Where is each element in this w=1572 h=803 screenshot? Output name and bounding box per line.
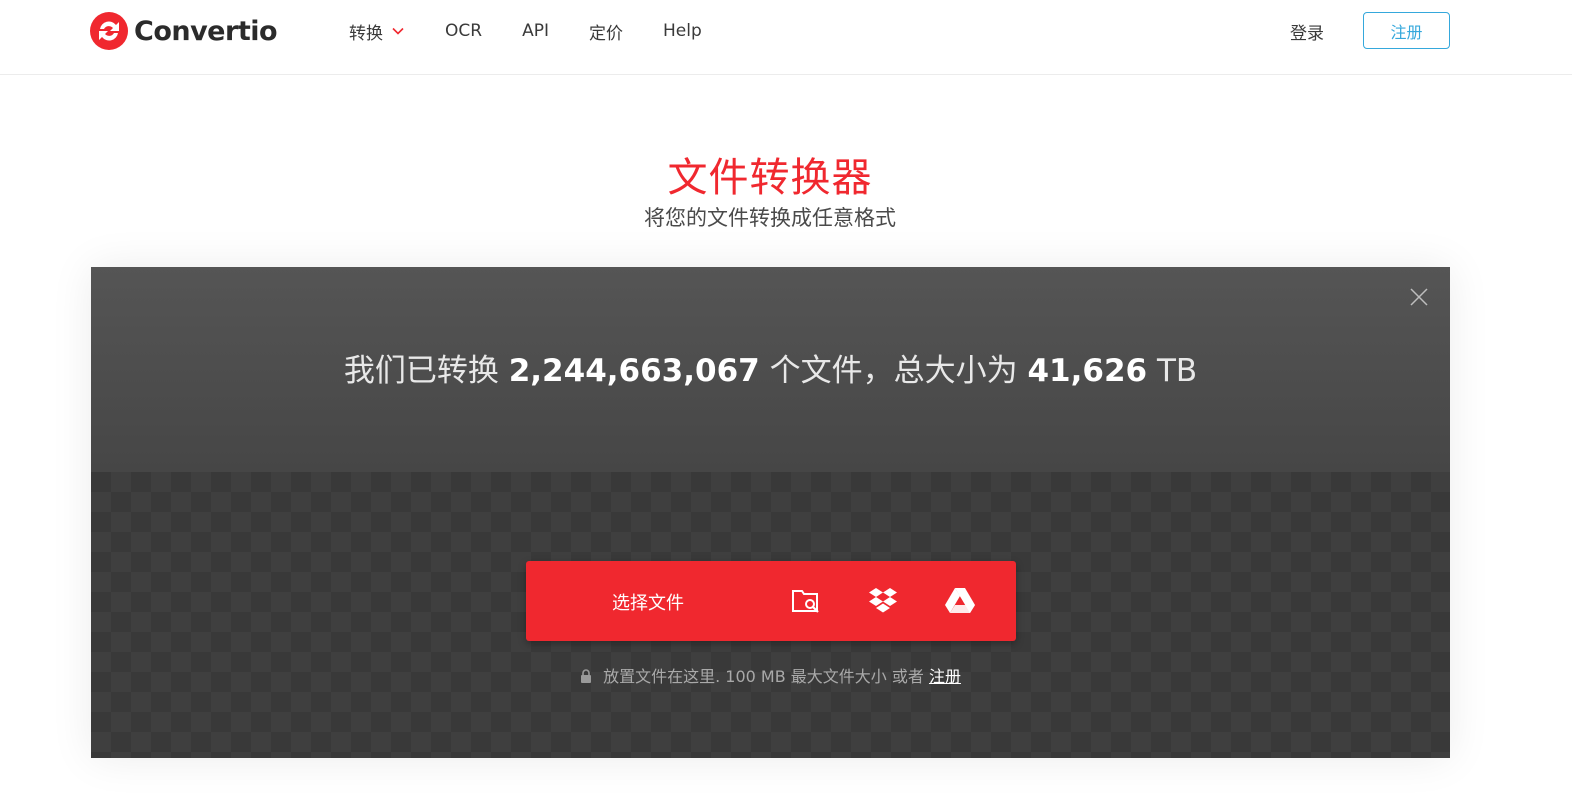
- nav-item-label: 转换: [349, 23, 383, 44]
- file-source-bar: 选择文件: [526, 561, 1016, 641]
- nav-item-api[interactable]: API: [522, 21, 549, 41]
- logo-text: Convertio: [134, 15, 278, 47]
- chevron-down-icon: [392, 27, 404, 35]
- register-button[interactable]: 注册: [1363, 12, 1450, 49]
- nav-item-pricing[interactable]: 定价: [589, 19, 623, 44]
- nav-item-help[interactable]: Help: [663, 21, 702, 41]
- signup-link[interactable]: 注册: [929, 667, 961, 686]
- choose-files-button[interactable]: 选择文件: [612, 589, 684, 615]
- total-size: 41,626: [1027, 353, 1148, 389]
- stats-prefix: 我们已转换: [343, 353, 499, 389]
- main-nav: 转换 OCR API 定价 Help: [349, 18, 742, 44]
- close-icon[interactable]: [1409, 287, 1429, 307]
- page-title: 文件转换器: [667, 155, 873, 201]
- lock-icon: [581, 669, 592, 683]
- nav-item-label: 定价: [588, 23, 623, 44]
- site-header: Convertio 转换 OCR API 定价 Help 登录 注册: [0, 0, 1572, 75]
- nav-item-label: API: [522, 21, 549, 41]
- nav-item-convert[interactable]: 转换: [349, 19, 405, 44]
- nav-item-label: OCR: [445, 21, 483, 41]
- stats-banner: 我们已转换 2,244,663,067 个文件，总大小为 41,626 TB: [91, 267, 1450, 472]
- drop-note: 放置文件在这里. 100 MB 最大文件大小 或者 注册: [91, 663, 1450, 687]
- convertio-logo-icon: [90, 12, 128, 50]
- drop-zone[interactable]: 选择文件 放置文件在这里. 100 MB 最大文件大小 或者 注册: [91, 472, 1450, 758]
- google-drive-icon[interactable]: [942, 583, 978, 619]
- nav-item-ocr[interactable]: OCR: [445, 21, 482, 41]
- files-count: 2,244,663,067: [508, 353, 760, 389]
- conversion-stats: 我们已转换 2,244,663,067 个文件，总大小为 41,626 TB: [91, 345, 1450, 390]
- logo[interactable]: Convertio: [90, 12, 278, 50]
- nav-item-label: Help: [662, 21, 702, 41]
- size-unit: TB: [1156, 353, 1198, 389]
- dropbox-icon[interactable]: [865, 583, 901, 619]
- folder-search-icon[interactable]: [788, 583, 824, 619]
- login-link[interactable]: 登录: [1290, 19, 1324, 44]
- page-subtitle: 将您的文件转换成任意格式: [644, 206, 896, 230]
- stats-middle: 个文件，总大小为: [769, 353, 1018, 389]
- converter-panel: 我们已转换 2,244,663,067 个文件，总大小为 41,626 TB 选…: [91, 267, 1450, 758]
- drop-note-text: 放置文件在这里. 100 MB 最大文件大小 或者: [603, 667, 924, 686]
